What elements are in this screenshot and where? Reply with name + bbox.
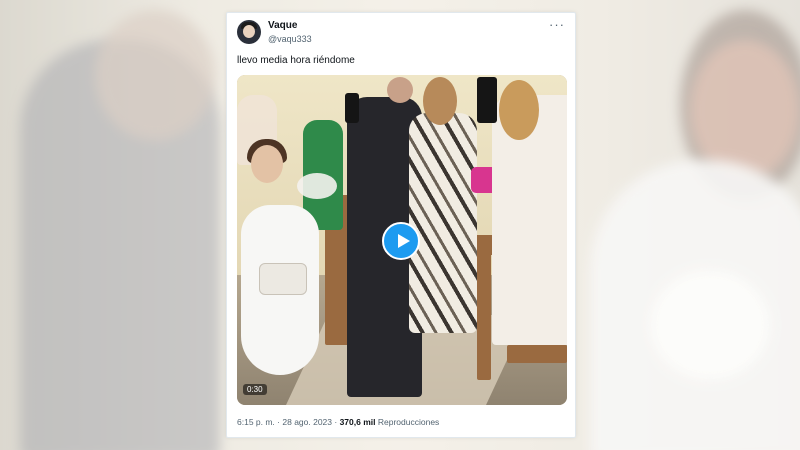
- tweet-meta: 6:15 p. m. · 28 ago. 2023 · 370,6 mil Re…: [237, 417, 440, 427]
- views-label: Reproducciones: [377, 417, 440, 427]
- play-icon[interactable]: [382, 222, 420, 260]
- avatar[interactable]: [237, 20, 261, 44]
- tweet-date[interactable]: 28 ago. 2023: [282, 417, 332, 427]
- video-duration: 0:30: [243, 384, 267, 395]
- views-count: 370,6 mil: [339, 417, 376, 427]
- author-name[interactable]: Vaque: [268, 20, 297, 31]
- author-handle[interactable]: @vaqu333: [268, 34, 312, 44]
- more-options-icon[interactable]: ···: [549, 17, 565, 32]
- tweet-text: llevo media hora riéndome: [237, 55, 355, 66]
- video-player[interactable]: 0:30: [237, 75, 567, 405]
- tweet-card: Vaque @vaqu333 ··· llevo media hora rién…: [226, 12, 576, 438]
- tweet-time[interactable]: 6:15 p. m.: [237, 417, 275, 427]
